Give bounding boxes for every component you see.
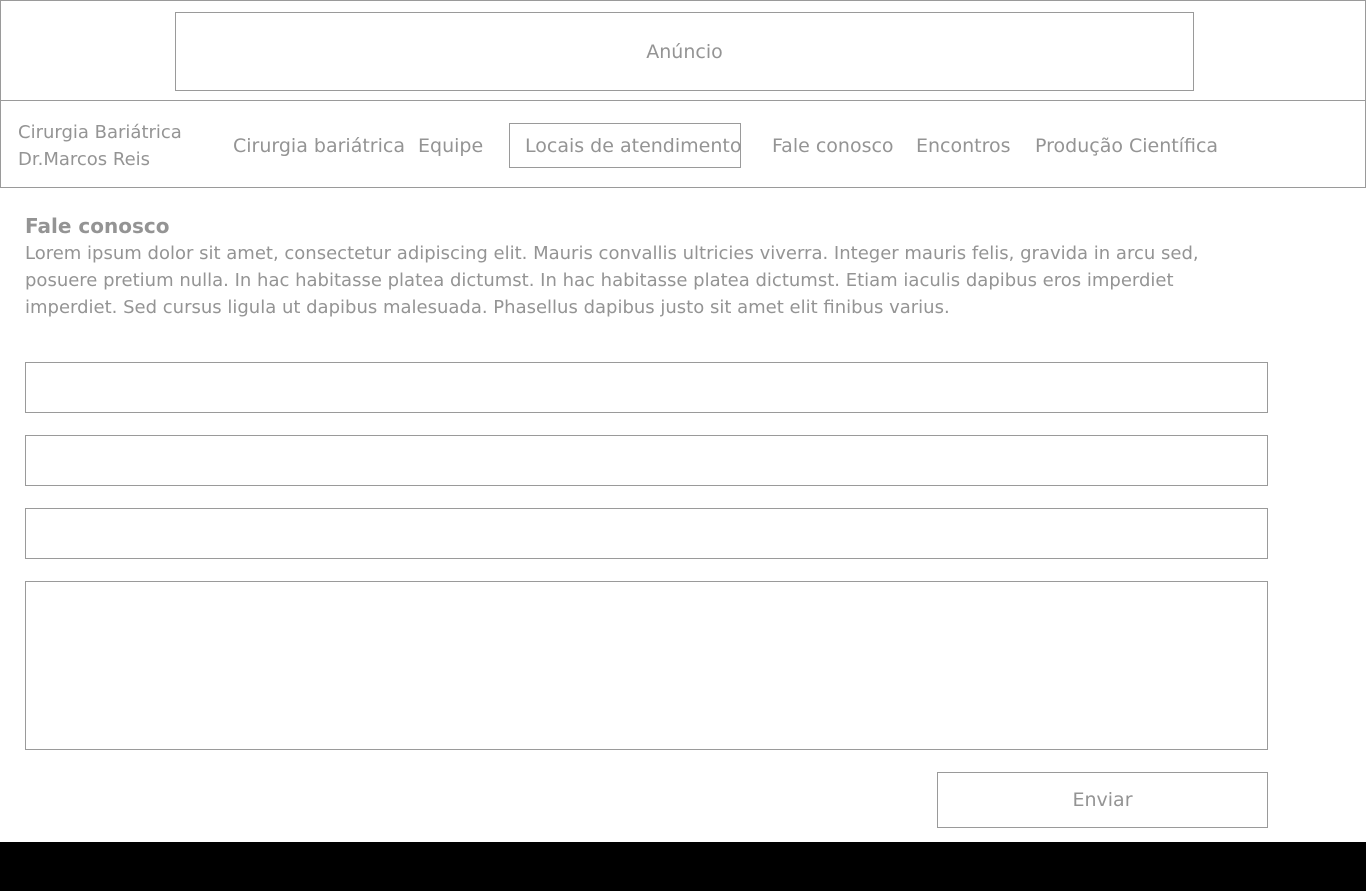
nav-item-label: Locais de atendimento xyxy=(525,134,742,157)
ad-placeholder[interactable]: Anúncio xyxy=(175,12,1194,91)
nav-item-label: Fale conosco xyxy=(772,134,894,157)
contact-field-2[interactable] xyxy=(25,435,1268,486)
nav-item-fale-conosco[interactable]: Fale conosco xyxy=(772,123,894,168)
main-navigation: Cirurgia Bariátrica Dr.Marcos Reis Cirur… xyxy=(0,100,1366,188)
message-textarea[interactable] xyxy=(25,581,1268,750)
site-brand[interactable]: Cirurgia Bariátrica Dr.Marcos Reis xyxy=(18,119,182,173)
brand-line-1: Cirurgia Bariátrica xyxy=(18,122,182,143)
send-button[interactable]: Enviar xyxy=(937,772,1268,828)
nav-item-label: Encontros xyxy=(916,134,1011,157)
nav-item-label: Produção Científica xyxy=(1035,134,1219,157)
footer xyxy=(0,842,1366,891)
ad-banner-area: Anúncio xyxy=(0,0,1366,101)
nav-item-equipe[interactable]: Equipe xyxy=(418,123,483,168)
section-description: Lorem ipsum dolor sit amet, consectetur … xyxy=(25,243,1199,318)
contact-field-3[interactable] xyxy=(25,508,1268,559)
nav-item-locais-de-atendimento[interactable]: Locais de atendimento xyxy=(509,123,741,168)
contact-section: Fale conosco Lorem ipsum dolor sit amet,… xyxy=(25,212,1268,321)
page-title: Fale conosco xyxy=(25,214,170,238)
contact-field-1[interactable] xyxy=(25,362,1268,413)
nav-item-encontros[interactable]: Encontros xyxy=(916,123,1011,168)
send-button-label: Enviar xyxy=(1072,789,1133,811)
nav-item-label: Equipe xyxy=(418,134,484,157)
nav-item-label: Cirurgia bariátrica xyxy=(233,134,405,157)
nav-item-cirurgia-bariatrica[interactable]: Cirurgia bariátrica xyxy=(233,123,405,168)
nav-item-producao-cientifica[interactable]: Produção Científica xyxy=(1035,123,1218,168)
ad-label: Anúncio xyxy=(646,40,723,63)
brand-line-2: Dr.Marcos Reis xyxy=(18,149,151,170)
